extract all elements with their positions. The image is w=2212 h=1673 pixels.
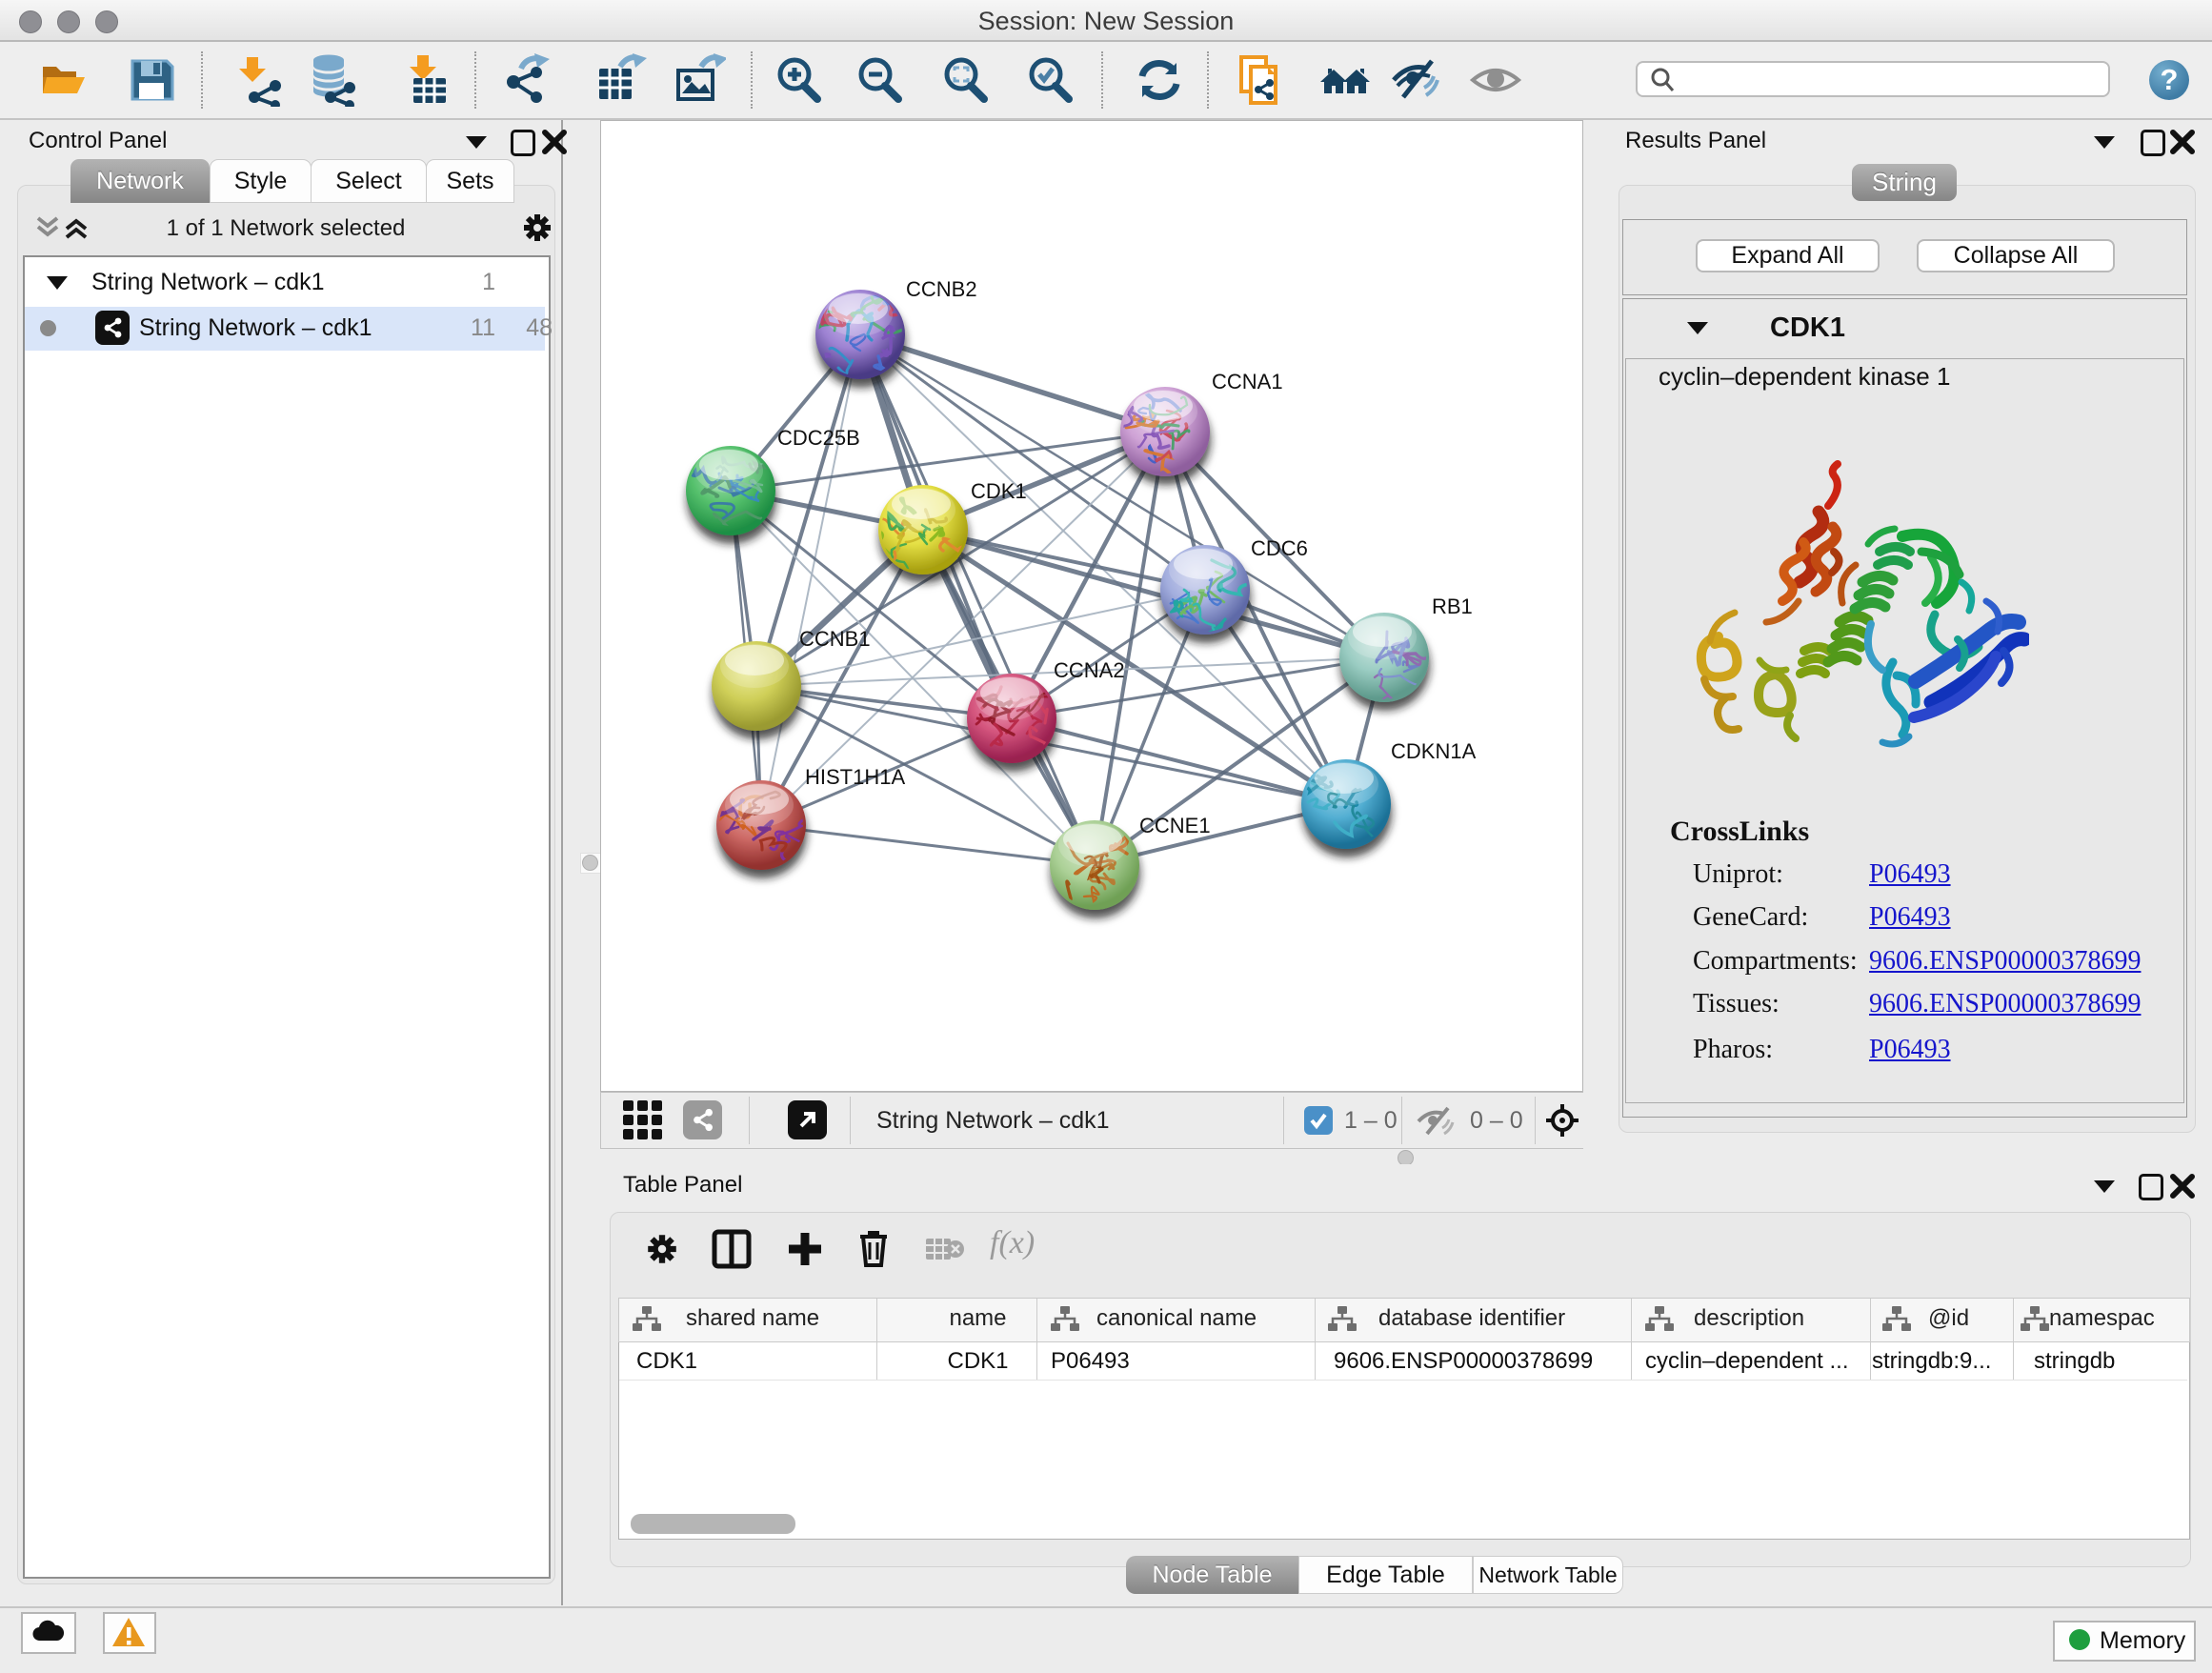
svg-text:CCNB2: CCNB2	[906, 277, 977, 301]
svg-text:CCNA2: CCNA2	[1054, 658, 1125, 682]
svg-text:CCNB1: CCNB1	[799, 627, 871, 651]
svg-text:CDC25B: CDC25B	[777, 426, 860, 450]
svg-text:CCNE1: CCNE1	[1139, 814, 1211, 837]
svg-text:CDKN1A: CDKN1A	[1391, 739, 1477, 763]
svg-text:RB1: RB1	[1432, 595, 1473, 618]
svg-text:HIST1H1A: HIST1H1A	[805, 765, 905, 789]
svg-text:CCNA1: CCNA1	[1212, 370, 1283, 393]
svg-text:CDC6: CDC6	[1251, 536, 1308, 560]
svg-text:CDK1: CDK1	[971, 479, 1027, 503]
